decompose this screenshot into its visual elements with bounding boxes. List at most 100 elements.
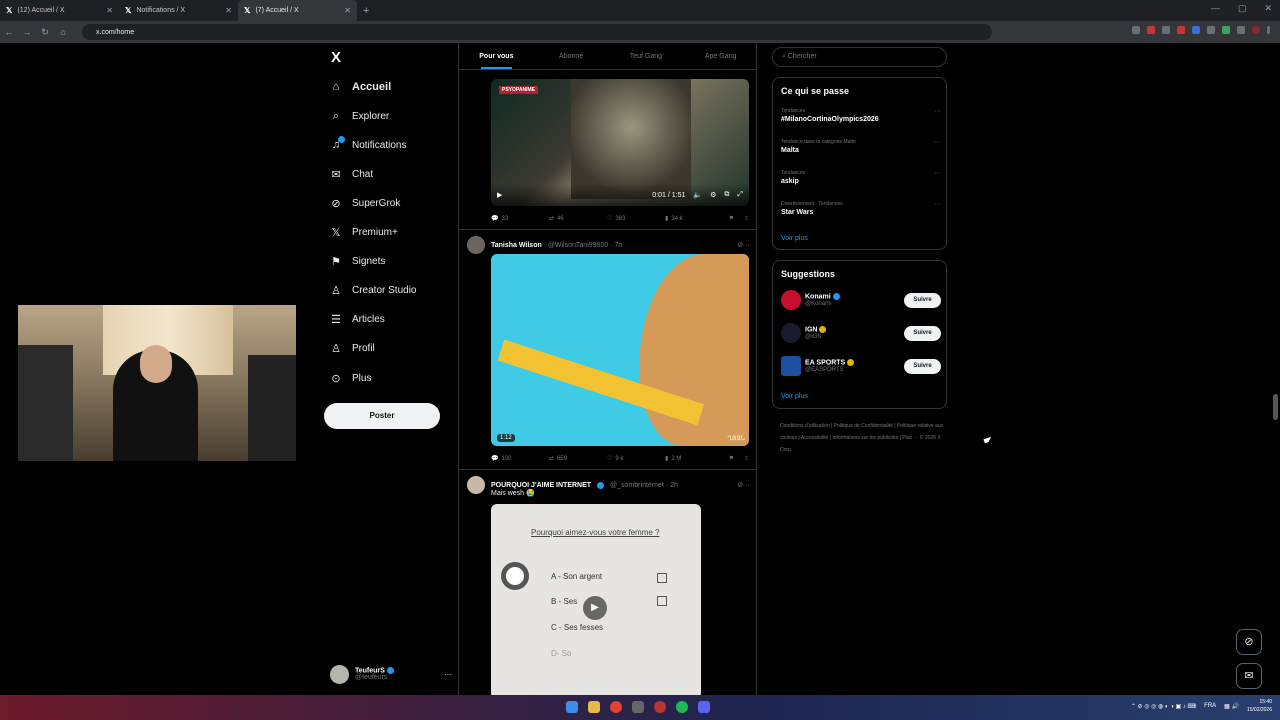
chrome-icon[interactable]	[610, 701, 622, 713]
like-button[interactable]: ♡ 383	[607, 215, 665, 223]
url-field[interactable]: x.com/home	[82, 24, 992, 40]
nav-item-more[interactable]: ⊙ Plus	[330, 368, 371, 388]
profile-avatar-icon[interactable]	[1252, 26, 1260, 34]
language-indicator[interactable]: FRA	[1204, 703, 1216, 709]
tweet-author-name[interactable]: POURQUOI J'AIME INTERNET	[491, 482, 591, 489]
pip-icon[interactable]: ⧉	[724, 191, 729, 199]
trend-item[interactable]: Tendances askip ···	[781, 170, 941, 185]
close-icon[interactable]: ✕	[106, 6, 113, 15]
network-icon[interactable]: ▦ 🔊	[1224, 703, 1239, 710]
like-button[interactable]: ♡ 9 k	[607, 455, 665, 463]
tab-following[interactable]: Abonné	[534, 43, 609, 69]
forward-icon[interactable]: →	[18, 27, 36, 37]
follow-button[interactable]: Suivre	[904, 325, 941, 341]
nav-item-home[interactable]: ⌂ Accueil	[330, 77, 391, 97]
tweet-author-name[interactable]: Tanisha Wilson	[491, 242, 542, 249]
play-icon[interactable]: ▶	[583, 596, 607, 620]
discord-icon[interactable]	[698, 701, 710, 713]
video-player[interactable]: 1:12 ՂՅՅՆ	[491, 254, 749, 446]
nav-item-explore[interactable]: ⌕ Explorer	[330, 106, 389, 126]
windows-start-icon[interactable]	[566, 701, 578, 713]
close-icon[interactable]: ✕	[344, 6, 351, 15]
reply-button[interactable]: 💬 100	[491, 455, 549, 463]
views-button[interactable]: ▮ 2 M	[665, 455, 723, 463]
extension-icon[interactable]	[1132, 26, 1140, 34]
avatar[interactable]	[467, 476, 485, 494]
nav-item-premium[interactable]: 𝕏 Premium+	[330, 222, 398, 242]
browser-tab-active[interactable]: 𝕏 (7) Accueil / X ✕	[238, 0, 357, 21]
volume-icon[interactable]: 🔈	[693, 191, 702, 199]
x-logo-icon[interactable]: X	[331, 49, 341, 66]
suggestion-item[interactable]: Konami @Konami Suivre	[781, 289, 941, 311]
views-button[interactable]: ▮ 34 k	[665, 215, 723, 223]
fullscreen-icon[interactable]: ⤢	[737, 191, 743, 199]
settings-icon[interactable]: ⚙	[710, 191, 716, 199]
follow-button[interactable]: Suivre	[904, 292, 941, 308]
repost-button[interactable]: ⇄ 46	[549, 215, 607, 223]
extension-icon[interactable]	[1237, 26, 1245, 34]
clock[interactable]: 15:40 15/02/2026	[1247, 698, 1272, 714]
nav-item-supergrok[interactable]: ⊘ SuperGrok	[330, 193, 400, 213]
nav-item-chat[interactable]: ✉ Chat	[330, 164, 373, 184]
trends-show-more[interactable]: Voir plus	[781, 235, 808, 242]
share-icon[interactable]: ⇪	[744, 455, 749, 462]
nav-item-bookmarks[interactable]: ⚑ Signets	[330, 251, 385, 271]
more-icon[interactable]: ⊘ ···	[737, 241, 752, 249]
page-scrollbar[interactable]	[1273, 394, 1278, 420]
bookmark-icon[interactable]: ⚑	[729, 215, 734, 222]
new-tab-button[interactable]: +	[363, 5, 369, 17]
suggestion-item[interactable]: EA SPORTS @EASPORTS Suivre	[781, 355, 941, 377]
trend-item[interactable]: Tendance dans la catégorie Malte Malta ·…	[781, 139, 941, 154]
app-icon[interactable]	[632, 701, 644, 713]
share-icon[interactable]: ⇪	[744, 215, 749, 222]
avatar[interactable]	[467, 236, 485, 254]
account-switcher[interactable]: TeufeurS @teufeurs ···	[330, 663, 452, 685]
tweet-author-handle[interactable]: @WilsonTani99800 · 7h	[548, 242, 622, 249]
browser-tab[interactable]: 𝕏 (12) Accueil / X ✕	[0, 0, 119, 21]
back-icon[interactable]: ←	[0, 27, 18, 37]
search-input[interactable]: ⌕ Chercher	[772, 47, 947, 67]
suggestions-show-more[interactable]: Voir plus	[781, 393, 808, 400]
trend-item[interactable]: Divertissement · Tendances Star Wars ···	[781, 201, 941, 216]
suggestion-item[interactable]: IGN @IGN Suivre	[781, 322, 941, 344]
extension-icon[interactable]	[1192, 26, 1200, 34]
tab-teuf-gang[interactable]: Teuf Gang	[609, 43, 684, 69]
reply-button[interactable]: 💬 33	[491, 215, 549, 223]
follow-button[interactable]: Suivre	[904, 358, 941, 374]
file-explorer-icon[interactable]	[588, 701, 600, 713]
more-icon[interactable]: ···	[444, 670, 452, 679]
messages-floating-button[interactable]: ✉	[1236, 663, 1262, 689]
extension-icon[interactable]	[1177, 26, 1185, 34]
spotify-icon[interactable]	[676, 701, 688, 713]
video-player[interactable]: PSYOPANIME ▶ 0:01 / 1:51 🔈 ⚙ ⧉ ⤢	[491, 79, 749, 206]
tab-ape-gang[interactable]: Ape Gang	[683, 43, 756, 69]
trend-item[interactable]: Tendances #MilanoCortinaOlympics2026 ···	[781, 108, 941, 123]
close-window-icon[interactable]: ✕	[1264, 3, 1272, 14]
footer-links[interactable]: Conditions d'utilisation | Politique de …	[780, 420, 945, 456]
more-icon[interactable]: ···	[934, 108, 941, 115]
tab-for-you[interactable]: Pour vous	[459, 43, 534, 69]
nav-item-notifications[interactable]: ♫ Notifications	[330, 135, 406, 155]
menu-icon[interactable]	[1267, 26, 1270, 34]
extension-icon[interactable]	[1162, 26, 1170, 34]
repost-button[interactable]: ⇄ 659	[549, 455, 607, 463]
tray-icons[interactable]: ⌃ ⊘ ◎ ◎ ◍ ◐ ◑ ▣ ♪ ⌨	[1131, 703, 1196, 710]
more-icon[interactable]: ···	[934, 201, 941, 208]
extension-icon[interactable]	[1207, 26, 1215, 34]
nav-item-creator-studio[interactable]: ♙ Creator Studio	[330, 280, 416, 300]
bookmark-icon[interactable]: ⚑	[729, 455, 734, 462]
more-icon[interactable]: ···	[934, 170, 941, 177]
close-icon[interactable]: ✕	[225, 6, 232, 15]
minimize-icon[interactable]: —	[1211, 3, 1220, 14]
browser-tab[interactable]: 𝕏 Notifications / X ✕	[119, 0, 238, 21]
extension-icon[interactable]	[1222, 26, 1230, 34]
more-icon[interactable]: ⊘ ···	[737, 481, 752, 489]
app-icon[interactable]	[654, 701, 666, 713]
nav-item-articles[interactable]: ☰ Articles	[330, 309, 385, 329]
post-button[interactable]: Poster	[324, 403, 440, 429]
extension-icon[interactable]	[1147, 26, 1155, 34]
play-icon[interactable]: ▶	[497, 191, 502, 199]
grok-floating-button[interactable]: ⊘	[1236, 629, 1262, 655]
reload-icon[interactable]: ↻	[36, 27, 54, 38]
tweet-author-handle[interactable]: @_sombrinternet · 2h	[610, 482, 678, 489]
